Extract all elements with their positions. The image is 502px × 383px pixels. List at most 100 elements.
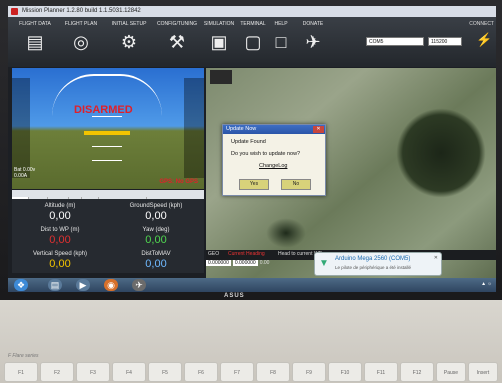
- map-mode[interactable]: GEO: [208, 251, 219, 257]
- hud-display: DISARMED Bat 0.00v 0.00A GPS: No GPS: [12, 68, 204, 189]
- no-button[interactable]: No: [281, 179, 311, 190]
- usb-device-icon: ▼: [319, 258, 329, 269]
- quick-label: DistToMAV: [141, 251, 171, 257]
- driver-notification[interactable]: ▼ Arduino Mega 2560 (COM5) Le pilote de …: [314, 252, 442, 276]
- key-f12[interactable]: F12: [400, 362, 434, 382]
- clipboard-icon: ▤: [26, 32, 44, 52]
- key-f4[interactable]: F4: [112, 362, 146, 382]
- yes-button[interactable]: Yes: [239, 179, 269, 190]
- coordinates-bar: 0.000000 0.000000 0.00: [206, 260, 326, 269]
- close-icon[interactable]: ✕: [313, 126, 324, 133]
- quick-value: 0,00: [49, 210, 71, 222]
- pitch-line: [92, 116, 122, 117]
- data-tabs: QuickActionsGaugesStatServoJournaux du T…: [12, 190, 204, 206]
- monitor-icon: ▣: [210, 32, 228, 52]
- menu-label: CONFIG/TUNING: [157, 21, 197, 27]
- battery-readout: Bat 0.00v 0.00A: [14, 167, 35, 179]
- plane-icon: ✈: [305, 32, 321, 52]
- quick-dist-to-wp[interactable]: Dist to WP (m) 0,00: [12, 227, 108, 246]
- quick-altitude[interactable]: Altitude (m) 0,00: [12, 203, 108, 222]
- quick-label: Yaw (deg): [142, 227, 170, 233]
- gps-status: GPS: No GPS: [159, 179, 198, 185]
- wrench-icon: ⚒: [168, 32, 186, 52]
- laptop-brand-logo: ASUS: [224, 293, 245, 299]
- system-tray[interactable]: ▲ ☼: [481, 281, 492, 287]
- key-f8[interactable]: F8: [256, 362, 290, 382]
- dialog-message: Do you wish to update now?: [231, 151, 301, 157]
- dialog-heading: Update Found: [231, 139, 266, 145]
- altitude: 0.00: [259, 260, 270, 266]
- battery-current: 0.00A: [14, 173, 28, 179]
- latitude: 0.000000: [206, 260, 231, 266]
- port-select[interactable]: COM5: [366, 37, 424, 46]
- keyboard-row: F1 F2 F3 F4 F5 F6 F7 F8 F9 F10 F11 F12 P…: [0, 362, 502, 383]
- menu-flight-plan[interactable]: FLIGHT PLAN ◎: [58, 21, 104, 53]
- key-f6[interactable]: F6: [184, 362, 218, 382]
- window-title: Mission Planner 1.2.80 build 1.1.5031.12…: [22, 8, 141, 14]
- close-icon[interactable]: ✕: [434, 255, 438, 261]
- quick-value: 0,00: [145, 210, 167, 222]
- quick-label: Altitude (m): [44, 203, 76, 209]
- key-f1[interactable]: F1: [4, 362, 38, 382]
- update-dialog: Update Now ✕ Update Found Do you wish to…: [222, 124, 326, 196]
- map-info-box: [210, 70, 232, 84]
- start-icon[interactable]: ❖: [14, 279, 28, 291]
- quick-yaw[interactable]: Yaw (deg) 0,00: [108, 227, 204, 246]
- title-bar: Mission Planner 1.2.80 build 1.1.5031.12…: [8, 6, 496, 17]
- mission-planner-taskbar-icon[interactable]: ✈: [132, 279, 146, 291]
- arm-status: DISARMED: [74, 104, 133, 116]
- key-f2[interactable]: F2: [40, 362, 74, 382]
- key-insert[interactable]: Insert: [468, 362, 498, 382]
- key-f9[interactable]: F9: [292, 362, 326, 382]
- quick-dist-to-mav[interactable]: DistToMAV 0,00: [108, 251, 204, 270]
- menu-config-tuning[interactable]: CONFIG/TUNING ⚒: [154, 21, 200, 53]
- quick-panel: Altitude (m) 0,00 GroundSpeed (kph) 0,00…: [12, 199, 204, 273]
- pitch-line: [92, 160, 122, 161]
- explorer-icon[interactable]: ▤: [48, 279, 62, 291]
- quick-vertical-speed[interactable]: Vertical Speed (kph) 0,00: [12, 251, 108, 270]
- heading-legend: Current Heading: [228, 251, 265, 257]
- key-f3[interactable]: F3: [76, 362, 110, 382]
- quick-label: Dist to WP (m): [40, 227, 80, 233]
- menu-donate[interactable]: DONATE ✈: [290, 21, 336, 53]
- changelog-link[interactable]: ChangeLog: [259, 163, 287, 169]
- key-f5[interactable]: F5: [148, 362, 182, 382]
- pitch-line: [92, 146, 122, 147]
- key-f10[interactable]: F10: [328, 362, 362, 382]
- media-player-icon[interactable]: ▶: [76, 279, 90, 291]
- quick-value: 0,00: [49, 234, 71, 246]
- longitude: 0.000000: [232, 260, 258, 266]
- globe-icon: ◎: [73, 32, 89, 52]
- screen: Mission Planner 1.2.80 build 1.1.5031.12…: [8, 6, 496, 292]
- firefox-icon[interactable]: ◉: [104, 279, 118, 291]
- notification-title: Arduino Mega 2560 (COM5): [335, 256, 411, 262]
- quick-value: 0,00: [145, 234, 167, 246]
- map-trees: [396, 108, 486, 198]
- speaker-grille: [228, 312, 272, 318]
- taskbar: ❖ ▤ ▶ ◉ ✈ ▲ ☼: [8, 278, 496, 292]
- connect-plug-icon[interactable]: ⚡: [476, 33, 492, 47]
- menu-label: DONATE: [302, 21, 324, 27]
- app-icon: [11, 8, 18, 15]
- notification-text: Le pilote de périphérique a été installé: [335, 265, 412, 270]
- help-icon: □: [275, 32, 287, 52]
- menu-label: FLIGHT PLAN: [64, 21, 98, 27]
- quick-groundspeed[interactable]: GroundSpeed (kph) 0,00: [108, 203, 204, 222]
- quick-value: 0,00: [49, 258, 71, 270]
- map-trees: [266, 218, 306, 248]
- menu-label: FLIGHT DATA: [19, 21, 51, 27]
- quick-value: 0,00: [145, 258, 167, 270]
- dialog-titlebar: Update Now ✕: [223, 125, 325, 134]
- key-f7[interactable]: F7: [220, 362, 254, 382]
- connect-label: CONNECT: [469, 21, 494, 27]
- key-pause[interactable]: Pause: [436, 362, 466, 382]
- menu-label: HELP: [274, 21, 288, 27]
- dialog-title: Update Now: [226, 126, 257, 132]
- menu-initial-setup[interactable]: INITIAL SETUP ⚙: [106, 21, 152, 53]
- menu-label: INITIAL SETUP: [111, 21, 147, 27]
- menu-flight-data[interactable]: FLIGHT DATA ▤: [12, 21, 58, 53]
- aircraft-symbol: [84, 131, 130, 135]
- altitude-tape: [184, 78, 204, 178]
- baud-select[interactable]: 115200: [428, 37, 462, 46]
- key-f11[interactable]: F11: [364, 362, 398, 382]
